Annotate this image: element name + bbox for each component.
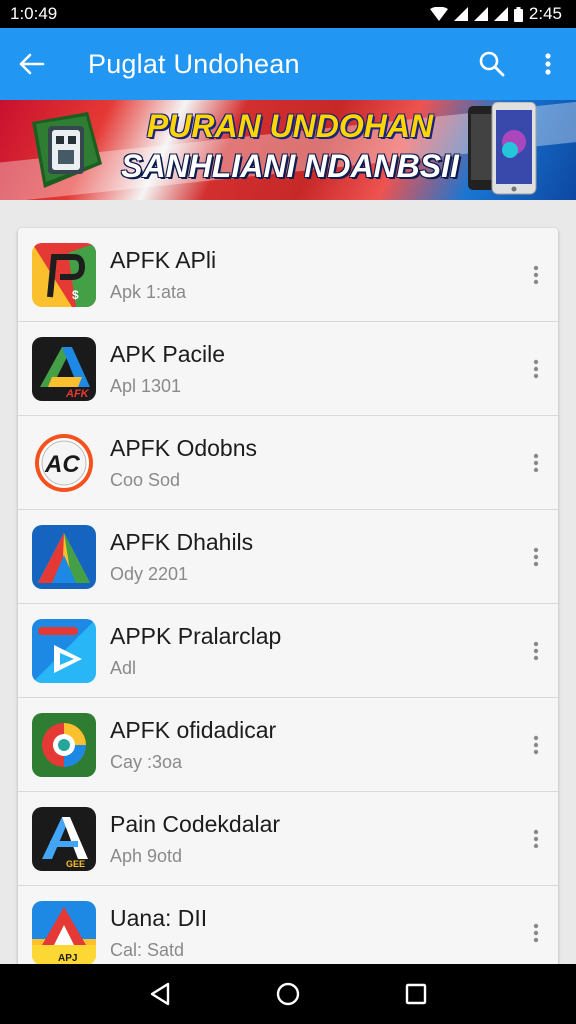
nav-home-button[interactable] (258, 964, 318, 1024)
dark-a-icon: GEE (32, 806, 96, 871)
app-subtitle: Coo Sod (110, 469, 181, 490)
status-time-left: 1:0:49 (10, 4, 58, 23)
app-name: APPK Pralarclap (110, 622, 282, 649)
more-vert-icon (545, 53, 551, 75)
blue-play-icon (32, 618, 96, 683)
app-list-item[interactable]: APJ Uana: DII Cal: Satd (18, 886, 558, 968)
app-bar: Puglat Undohean (0, 28, 576, 100)
more-vert-icon (533, 829, 539, 848)
apk-triangle-icon: AFK (32, 336, 96, 401)
page-title: Puglat Undohean (88, 48, 300, 79)
signal-icon-3 (493, 7, 508, 21)
colorful-triangle-icon (32, 524, 96, 589)
signal-icon-2 (473, 7, 488, 21)
nav-back-button[interactable] (130, 964, 190, 1024)
item-menu-button[interactable] (514, 809, 558, 869)
svg-text:GEE: GEE (66, 859, 85, 869)
ac-circle-icon: AC (32, 430, 96, 495)
item-menu-button[interactable] (514, 339, 558, 399)
app-list-item[interactable]: APFK ofidadicar Cay :3oa (18, 698, 558, 792)
app-list: $ APFK APli Apk 1:ata AFK APK Pacile Apl… (18, 228, 558, 968)
nav-back-icon (150, 982, 170, 1006)
banner-subheadline: SANHLIANI NDANBSII (121, 148, 459, 184)
app-subtitle: Ody 2201 (110, 563, 189, 584)
battery-icon (513, 6, 523, 22)
nav-recents-button[interactable] (386, 964, 446, 1024)
app-name: APFK Dhahils (110, 528, 254, 555)
ring-icon (32, 712, 96, 777)
search-icon (479, 51, 505, 77)
app-name: Uana: DII (110, 904, 208, 931)
more-vert-icon (533, 359, 539, 378)
item-menu-button[interactable] (514, 715, 558, 775)
app-list-item[interactable]: $ APFK APli Apk 1:ata (18, 228, 558, 322)
banner-headline: PURAN UNDOHAN (146, 108, 434, 144)
item-menu-button[interactable] (514, 433, 558, 493)
yellow-a-icon: APJ (32, 900, 96, 965)
app-subtitle: Cay :3oa (110, 751, 183, 772)
status-icons: 2:45 (429, 4, 562, 24)
robot-logo-icon (32, 112, 102, 188)
app-name: Pain Codekdalar (110, 810, 281, 837)
app-subtitle: Adl (110, 657, 137, 678)
nav-home-icon (276, 982, 300, 1006)
search-button[interactable] (464, 28, 520, 100)
app-list-item[interactable]: AFK APK Pacile Apl 1301 (18, 322, 558, 416)
back-button[interactable] (0, 28, 64, 100)
banner-text: PURAN UNDOHAN SANHLIANI NDANBSII (120, 110, 460, 182)
item-menu-button[interactable] (514, 621, 558, 681)
item-menu-button[interactable] (514, 903, 558, 963)
more-vert-icon (533, 923, 539, 942)
app-list-item[interactable]: APFK Dhahils Ody 2201 (18, 510, 558, 604)
app-list-item[interactable]: APPK Pralarclap Adl (18, 604, 558, 698)
svg-text:$: $ (72, 288, 79, 302)
more-vert-icon (533, 641, 539, 660)
item-menu-button[interactable] (514, 527, 558, 587)
svg-text:APJ: APJ (58, 953, 77, 964)
system-nav-bar (0, 964, 576, 1024)
item-menu-button[interactable] (514, 245, 558, 305)
more-vert-icon (533, 735, 539, 754)
signal-icon (453, 7, 468, 21)
back-arrow-icon (19, 53, 45, 75)
more-vert-icon (533, 453, 539, 472)
svg-text:AC: AC (44, 451, 80, 478)
app-subtitle: Cal: Satd (110, 939, 185, 960)
app-subtitle: Aph 9otd (110, 845, 183, 866)
app-name: APFK APli (110, 246, 217, 273)
nav-recents-icon (405, 983, 427, 1005)
app-list-item[interactable]: GEE Pain Codekdalar Aph 9otd (18, 792, 558, 886)
app-subtitle: Apl 1301 (110, 375, 182, 396)
more-vert-icon (533, 265, 539, 284)
app-name: APFK ofidadicar (110, 716, 277, 743)
app-name: APFK Odobns (110, 434, 258, 461)
app-subtitle: Apk 1:ata (110, 281, 187, 302)
overflow-menu-button[interactable] (520, 28, 576, 100)
red-green-p-icon: $ (32, 242, 96, 307)
app-name: APK Pacile (110, 340, 226, 367)
app-list-item[interactable]: AC APFK Odobns Coo Sod (18, 416, 558, 510)
phones-illustration-icon (468, 102, 537, 195)
wifi-icon (429, 7, 448, 21)
svg-text:AFK: AFK (65, 388, 90, 400)
status-time-right: 2:45 (528, 4, 562, 23)
more-vert-icon (533, 547, 539, 566)
promo-banner[interactable]: PURAN UNDOHAN SANHLIANI NDANBSII (0, 100, 576, 200)
status-bar: 1:0:49 2:45 (0, 0, 576, 28)
